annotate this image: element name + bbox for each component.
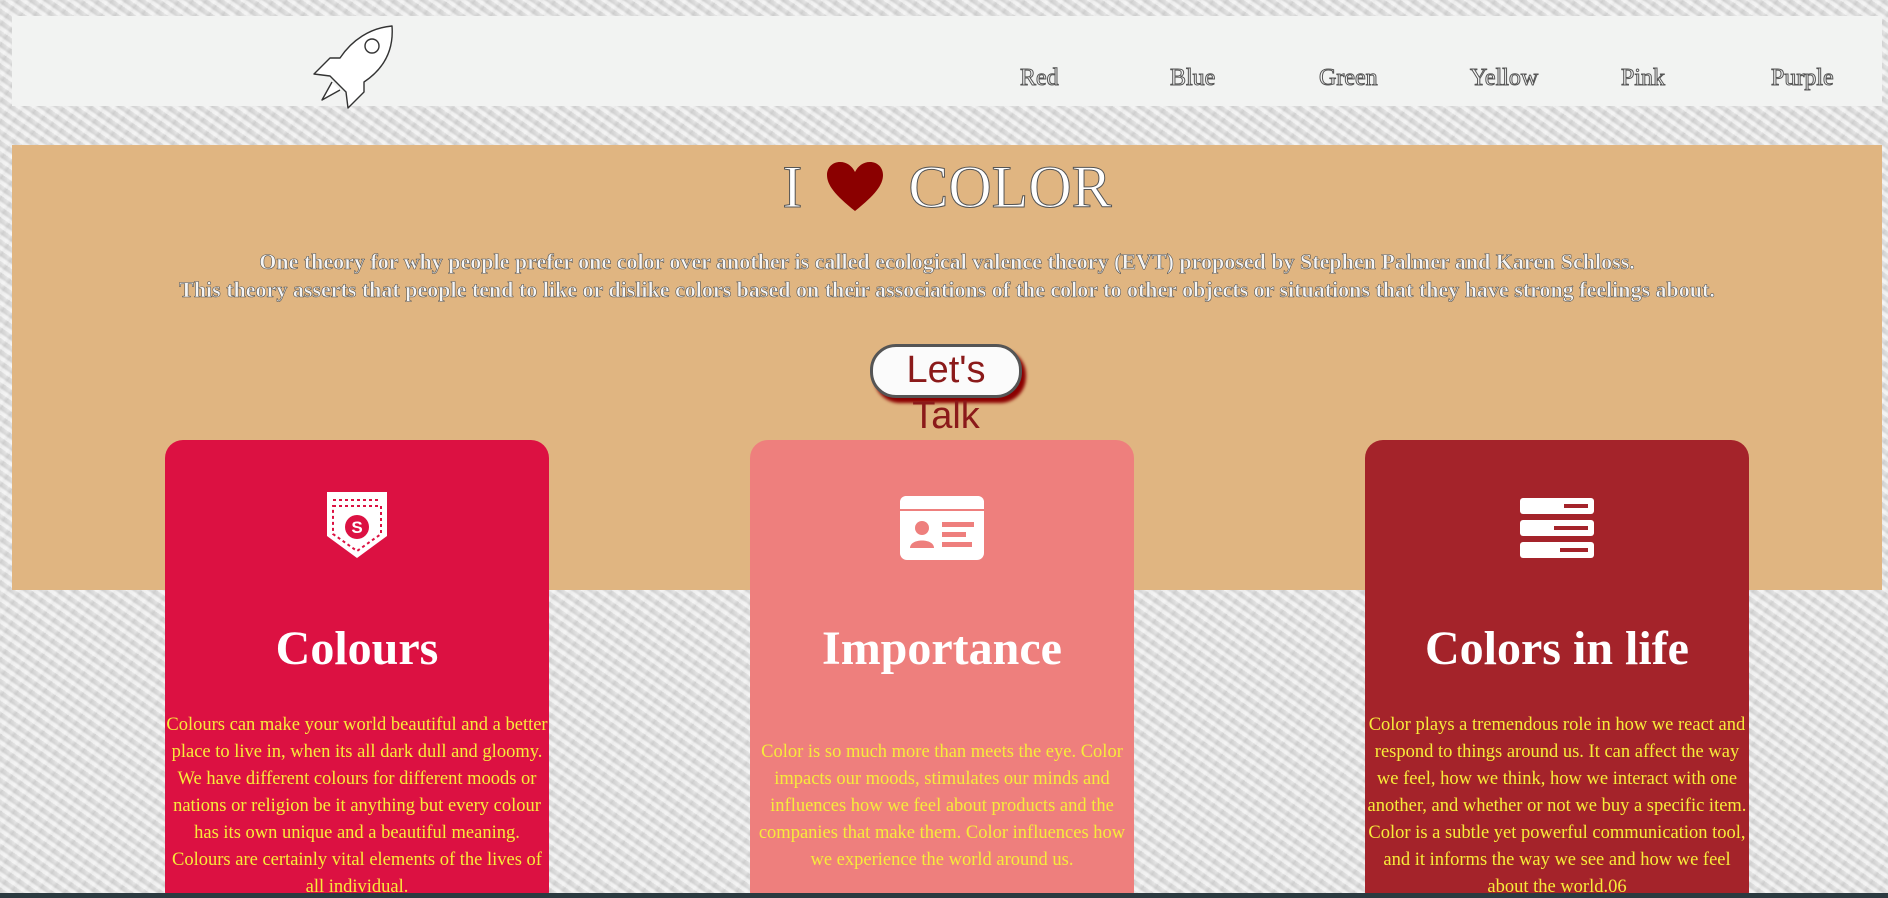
hero-text-line1: One theory for why people prefer one col… (259, 249, 1635, 275)
card-colors-in-life: Colors in life Color plays a tremendous … (1365, 440, 1749, 898)
card-colours: S Colours Colours can make your world be… (165, 440, 549, 898)
hero-title: I COLOR (12, 150, 1882, 227)
nav-item-purple[interactable]: Purple (1771, 66, 1835, 91)
nav-item-green[interactable]: Green (1319, 66, 1379, 91)
rocket-icon[interactable] (310, 24, 400, 114)
card-text: Color plays a tremendous role in how we … (1367, 715, 1747, 897)
card-importance: Importance Color is so much more than me… (750, 440, 1134, 898)
bottom-bar (0, 893, 1888, 898)
nav-item-yellow[interactable]: Yellow (1469, 66, 1538, 91)
card-title: Colours (275, 622, 439, 675)
id-card-icon (750, 490, 1134, 570)
hero-title-left: I (782, 154, 803, 221)
hero-description: One theory for why people prefer one col… (12, 248, 1882, 304)
card-text: Colours can make your world beautiful an… (166, 715, 548, 897)
card-title: Importance (822, 622, 1062, 675)
svg-text:S: S (351, 518, 362, 537)
lets-talk-button[interactable]: Let's Talk (870, 344, 1022, 437)
nav-item-blue[interactable]: Blue (1169, 66, 1215, 91)
heart-icon (825, 150, 885, 227)
pocket-badge-icon: S (165, 490, 549, 570)
card-text: Color is so much more than meets the eye… (758, 742, 1126, 870)
nav-item-pink[interactable]: Pink (1620, 66, 1665, 91)
nav-item-red[interactable]: Red (1020, 66, 1060, 91)
hero-text-line2: This theory asserts that people tend to … (179, 277, 1715, 303)
hero-title-right: COLOR (908, 154, 1112, 221)
top-navbar: Red Blue Green Yellow Pink Purple (12, 16, 1882, 109)
card-title: Colors in life (1425, 622, 1689, 675)
server-stack-icon (1365, 490, 1749, 570)
